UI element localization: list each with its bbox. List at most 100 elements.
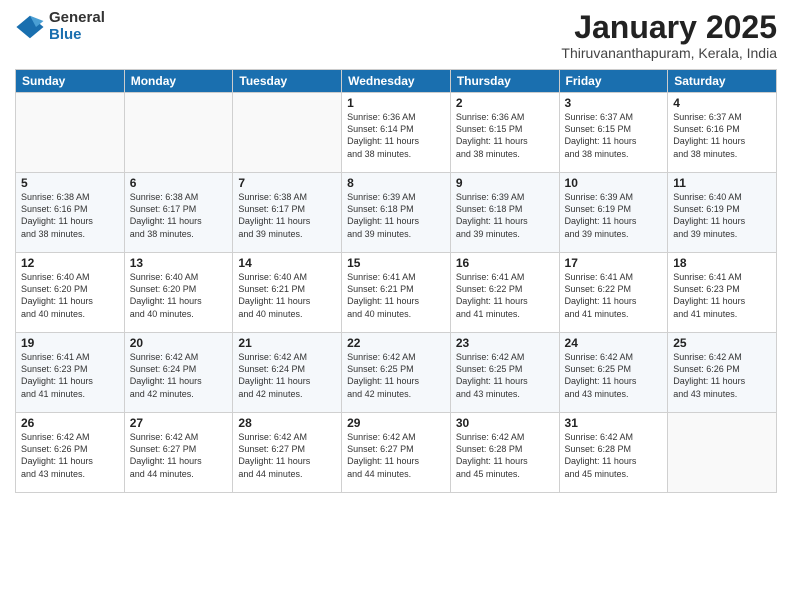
cell-day-number: 22 [347, 336, 445, 350]
table-row: 10Sunrise: 6:39 AM Sunset: 6:19 PM Dayli… [559, 173, 668, 253]
cell-info: Sunrise: 6:39 AM Sunset: 6:18 PM Dayligh… [456, 191, 554, 240]
cell-info: Sunrise: 6:41 AM Sunset: 6:22 PM Dayligh… [565, 271, 663, 320]
cell-info: Sunrise: 6:42 AM Sunset: 6:28 PM Dayligh… [565, 431, 663, 480]
cell-info: Sunrise: 6:42 AM Sunset: 6:24 PM Dayligh… [130, 351, 228, 400]
cell-day-number: 24 [565, 336, 663, 350]
cell-day-number: 2 [456, 96, 554, 110]
table-row: 4Sunrise: 6:37 AM Sunset: 6:16 PM Daylig… [668, 93, 777, 173]
cell-day-number: 9 [456, 176, 554, 190]
cell-info: Sunrise: 6:42 AM Sunset: 6:27 PM Dayligh… [130, 431, 228, 480]
month-title: January 2025 [561, 10, 777, 45]
cell-info: Sunrise: 6:38 AM Sunset: 6:17 PM Dayligh… [238, 191, 336, 240]
cell-day-number: 4 [673, 96, 771, 110]
cell-info: Sunrise: 6:37 AM Sunset: 6:15 PM Dayligh… [565, 111, 663, 160]
header: General Blue January 2025 Thiruvananthap… [15, 10, 777, 61]
cell-day-number: 19 [21, 336, 119, 350]
cell-day-number: 28 [238, 416, 336, 430]
cell-info: Sunrise: 6:42 AM Sunset: 6:28 PM Dayligh… [456, 431, 554, 480]
cell-day-number: 25 [673, 336, 771, 350]
cell-day-number: 13 [130, 256, 228, 270]
cell-day-number: 21 [238, 336, 336, 350]
table-row: 2Sunrise: 6:36 AM Sunset: 6:15 PM Daylig… [450, 93, 559, 173]
cell-info: Sunrise: 6:42 AM Sunset: 6:25 PM Dayligh… [565, 351, 663, 400]
col-thursday: Thursday [450, 70, 559, 93]
logo-blue-text: Blue [49, 27, 105, 44]
cell-info: Sunrise: 6:41 AM Sunset: 6:22 PM Dayligh… [456, 271, 554, 320]
cell-info: Sunrise: 6:42 AM Sunset: 6:27 PM Dayligh… [347, 431, 445, 480]
table-row: 30Sunrise: 6:42 AM Sunset: 6:28 PM Dayli… [450, 413, 559, 493]
cell-day-number: 6 [130, 176, 228, 190]
calendar-week-row: 19Sunrise: 6:41 AM Sunset: 6:23 PM Dayli… [16, 333, 777, 413]
table-row: 21Sunrise: 6:42 AM Sunset: 6:24 PM Dayli… [233, 333, 342, 413]
cell-day-number: 31 [565, 416, 663, 430]
table-row: 24Sunrise: 6:42 AM Sunset: 6:25 PM Dayli… [559, 333, 668, 413]
table-row: 5Sunrise: 6:38 AM Sunset: 6:16 PM Daylig… [16, 173, 125, 253]
table-row: 29Sunrise: 6:42 AM Sunset: 6:27 PM Dayli… [342, 413, 451, 493]
cell-info: Sunrise: 6:39 AM Sunset: 6:18 PM Dayligh… [347, 191, 445, 240]
table-row: 17Sunrise: 6:41 AM Sunset: 6:22 PM Dayli… [559, 253, 668, 333]
table-row: 25Sunrise: 6:42 AM Sunset: 6:26 PM Dayli… [668, 333, 777, 413]
cell-day-number: 20 [130, 336, 228, 350]
cell-info: Sunrise: 6:37 AM Sunset: 6:16 PM Dayligh… [673, 111, 771, 160]
table-row: 19Sunrise: 6:41 AM Sunset: 6:23 PM Dayli… [16, 333, 125, 413]
cell-day-number: 23 [456, 336, 554, 350]
cell-info: Sunrise: 6:42 AM Sunset: 6:26 PM Dayligh… [21, 431, 119, 480]
col-saturday: Saturday [668, 70, 777, 93]
table-row: 31Sunrise: 6:42 AM Sunset: 6:28 PM Dayli… [559, 413, 668, 493]
table-row: 9Sunrise: 6:39 AM Sunset: 6:18 PM Daylig… [450, 173, 559, 253]
table-row: 1Sunrise: 6:36 AM Sunset: 6:14 PM Daylig… [342, 93, 451, 173]
table-row [16, 93, 125, 173]
cell-info: Sunrise: 6:36 AM Sunset: 6:15 PM Dayligh… [456, 111, 554, 160]
cell-info: Sunrise: 6:36 AM Sunset: 6:14 PM Dayligh… [347, 111, 445, 160]
cell-info: Sunrise: 6:42 AM Sunset: 6:27 PM Dayligh… [238, 431, 336, 480]
cell-day-number: 11 [673, 176, 771, 190]
cell-day-number: 30 [456, 416, 554, 430]
table-row: 15Sunrise: 6:41 AM Sunset: 6:21 PM Dayli… [342, 253, 451, 333]
table-row: 16Sunrise: 6:41 AM Sunset: 6:22 PM Dayli… [450, 253, 559, 333]
logo: General Blue [15, 10, 105, 43]
cell-info: Sunrise: 6:40 AM Sunset: 6:21 PM Dayligh… [238, 271, 336, 320]
logo-general-text: General [49, 10, 105, 27]
cell-info: Sunrise: 6:42 AM Sunset: 6:25 PM Dayligh… [456, 351, 554, 400]
cell-info: Sunrise: 6:41 AM Sunset: 6:23 PM Dayligh… [673, 271, 771, 320]
location-subtitle: Thiruvananthapuram, Kerala, India [561, 45, 777, 61]
cell-day-number: 5 [21, 176, 119, 190]
table-row: 12Sunrise: 6:40 AM Sunset: 6:20 PM Dayli… [16, 253, 125, 333]
table-row [233, 93, 342, 173]
cell-day-number: 16 [456, 256, 554, 270]
table-row: 26Sunrise: 6:42 AM Sunset: 6:26 PM Dayli… [16, 413, 125, 493]
cell-day-number: 7 [238, 176, 336, 190]
logo-icon [15, 12, 45, 42]
cell-day-number: 17 [565, 256, 663, 270]
logo-text: General Blue [49, 10, 105, 43]
cell-day-number: 8 [347, 176, 445, 190]
table-row: 13Sunrise: 6:40 AM Sunset: 6:20 PM Dayli… [124, 253, 233, 333]
table-row: 22Sunrise: 6:42 AM Sunset: 6:25 PM Dayli… [342, 333, 451, 413]
cell-day-number: 26 [21, 416, 119, 430]
table-row [668, 413, 777, 493]
cell-info: Sunrise: 6:38 AM Sunset: 6:17 PM Dayligh… [130, 191, 228, 240]
col-tuesday: Tuesday [233, 70, 342, 93]
calendar-week-row: 26Sunrise: 6:42 AM Sunset: 6:26 PM Dayli… [16, 413, 777, 493]
table-row: 8Sunrise: 6:39 AM Sunset: 6:18 PM Daylig… [342, 173, 451, 253]
cell-info: Sunrise: 6:40 AM Sunset: 6:20 PM Dayligh… [21, 271, 119, 320]
table-row: 23Sunrise: 6:42 AM Sunset: 6:25 PM Dayli… [450, 333, 559, 413]
cell-info: Sunrise: 6:38 AM Sunset: 6:16 PM Dayligh… [21, 191, 119, 240]
cell-day-number: 12 [21, 256, 119, 270]
cell-info: Sunrise: 6:42 AM Sunset: 6:26 PM Dayligh… [673, 351, 771, 400]
calendar-table: Sunday Monday Tuesday Wednesday Thursday… [15, 69, 777, 493]
table-row: 20Sunrise: 6:42 AM Sunset: 6:24 PM Dayli… [124, 333, 233, 413]
cell-day-number: 3 [565, 96, 663, 110]
table-row: 11Sunrise: 6:40 AM Sunset: 6:19 PM Dayli… [668, 173, 777, 253]
col-sunday: Sunday [16, 70, 125, 93]
page: General Blue January 2025 Thiruvananthap… [0, 0, 792, 612]
table-row: 3Sunrise: 6:37 AM Sunset: 6:15 PM Daylig… [559, 93, 668, 173]
col-wednesday: Wednesday [342, 70, 451, 93]
cell-day-number: 14 [238, 256, 336, 270]
cell-info: Sunrise: 6:40 AM Sunset: 6:20 PM Dayligh… [130, 271, 228, 320]
cell-day-number: 27 [130, 416, 228, 430]
col-friday: Friday [559, 70, 668, 93]
cell-day-number: 10 [565, 176, 663, 190]
cell-info: Sunrise: 6:42 AM Sunset: 6:25 PM Dayligh… [347, 351, 445, 400]
table-row [124, 93, 233, 173]
